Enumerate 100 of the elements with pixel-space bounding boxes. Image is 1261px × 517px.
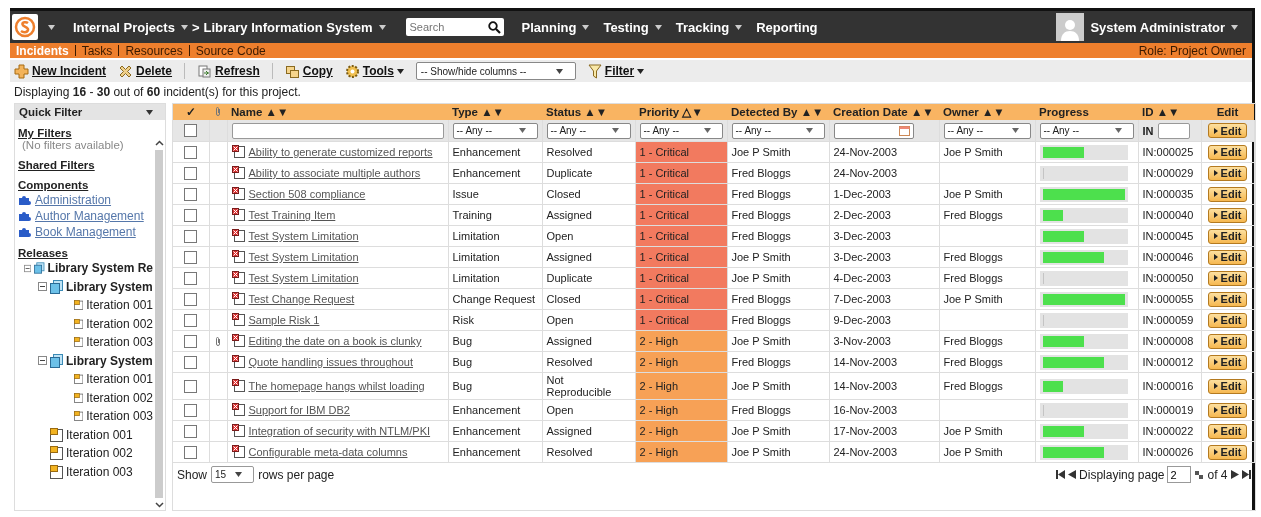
incident-link[interactable]: The homepage hangs whilst loading	[248, 380, 425, 392]
incident-link[interactable]: Integration of security with NTLM/PKI	[248, 425, 431, 437]
filter-dropdown[interactable]: -- Any --	[943, 122, 1031, 139]
id-filter-field[interactable]	[1157, 122, 1190, 139]
row-checkbox[interactable]	[184, 403, 198, 417]
incident-link[interactable]: Test Change Request	[248, 293, 355, 305]
project-menu[interactable]: Internal Projects	[73, 19, 175, 35]
incident-link[interactable]: Support for IBM DB2	[248, 404, 350, 416]
edit-button[interactable]: Edit	[1207, 423, 1248, 439]
tree-item[interactable]: Iteration 001	[86, 372, 153, 387]
filter-edit-button[interactable]: Edit	[1207, 123, 1248, 138]
chevron-down-icon[interactable]	[154, 502, 164, 508]
edit-button[interactable]: Edit	[1207, 444, 1248, 460]
section-heading[interactable]: Components	[18, 179, 153, 191]
row-checkbox[interactable]	[184, 208, 198, 222]
tree-item[interactable]: Iteration 003	[86, 409, 153, 424]
row-checkbox[interactable]	[184, 292, 198, 306]
menu-item[interactable]: Testing	[603, 19, 649, 35]
last-page-icon[interactable]	[1241, 470, 1251, 479]
tree-item[interactable]: Iteration 002	[86, 390, 153, 405]
column-header[interactable]: Creation Date ▲▼	[829, 104, 939, 120]
section-heading[interactable]: Shared Filters	[18, 159, 153, 171]
toolbar-button[interactable]: Refresh	[197, 63, 260, 79]
row-checkbox[interactable]	[184, 229, 198, 243]
toolbar-button[interactable]: Tools	[344, 63, 404, 79]
collapse-icon[interactable]	[38, 356, 47, 366]
edit-button[interactable]: Edit	[1207, 165, 1248, 181]
toolbar-button[interactable]: Copy	[284, 63, 333, 79]
column-header[interactable]: Detected By ▲▼	[727, 104, 829, 120]
toolbar-button[interactable]: Delete	[118, 63, 173, 79]
row-checkbox[interactable]	[184, 271, 198, 285]
tree-item[interactable]: Iteration 003	[86, 335, 153, 350]
section-heading[interactable]: My Filters	[18, 127, 153, 139]
filter-dropdown[interactable]: -- Any --	[546, 122, 631, 139]
row-checkbox[interactable]	[184, 379, 198, 393]
filter-dropdown[interactable]: -- Any --	[452, 122, 538, 139]
edit-button[interactable]: Edit	[1207, 402, 1248, 418]
incident-link[interactable]: Ability to generate customized reports	[248, 146, 433, 158]
tree-item[interactable]: Iteration 003	[66, 464, 133, 479]
toolbar-button[interactable]: New Incident	[14, 63, 106, 79]
next-page-icon[interactable]	[1230, 470, 1239, 479]
row-checkbox[interactable]	[184, 187, 198, 201]
column-header[interactable]: ID ▲▼	[1138, 104, 1201, 120]
tab[interactable]: Source Code	[195, 43, 266, 58]
incident-link[interactable]: Test Training Item	[248, 209, 336, 221]
tree-item[interactable]: Library System Re	[47, 261, 153, 276]
tree-item[interactable]: Iteration 002	[86, 316, 153, 331]
collapse-icon[interactable]	[24, 263, 32, 273]
name-filter-field[interactable]	[231, 122, 444, 139]
column-header[interactable]: Progress	[1035, 104, 1138, 120]
refresh-icon[interactable]	[1194, 469, 1205, 480]
edit-button[interactable]: Edit	[1207, 249, 1248, 265]
column-header[interactable]: Status ▲▼	[542, 104, 635, 120]
first-page-icon[interactable]	[1056, 470, 1066, 479]
column-header[interactable]: Type ▲▼	[448, 104, 542, 120]
filter-dropdown[interactable]: -- Any --	[1039, 122, 1134, 139]
tab[interactable]: Tasks	[81, 43, 113, 58]
incident-link[interactable]: Quote handling issues throughout	[248, 356, 413, 368]
date-filter-field[interactable]	[833, 122, 914, 139]
edit-button[interactable]: Edit	[1207, 312, 1248, 328]
column-header[interactable]: Priority △▼	[635, 104, 727, 120]
page-field[interactable]: 2	[1167, 466, 1192, 483]
edit-button[interactable]: Edit	[1207, 378, 1248, 394]
incident-link[interactable]: Test System Limitation	[248, 230, 359, 242]
checkbox[interactable]	[184, 124, 198, 138]
columns-dropdown[interactable]: -- Show/hide columns --	[415, 62, 576, 80]
edit-button[interactable]: Edit	[1207, 186, 1248, 202]
toolbar-button[interactable]: Filter	[587, 63, 645, 79]
tree-item[interactable]: Iteration 001	[86, 298, 153, 313]
menu-item[interactable]: Planning	[521, 19, 577, 35]
row-checkbox[interactable]	[184, 445, 198, 459]
menu-item[interactable]: Reporting	[756, 19, 818, 35]
menu-item[interactable]: Tracking	[675, 19, 730, 35]
chevron-up-icon[interactable]	[154, 140, 164, 146]
edit-button[interactable]: Edit	[1207, 270, 1248, 286]
product-menu[interactable]: Library Information System	[203, 19, 373, 35]
component-link[interactable]: Administration	[35, 193, 112, 207]
row-checkbox[interactable]	[184, 145, 198, 159]
column-header[interactable]: Name ▲▼	[227, 104, 448, 120]
edit-button[interactable]: Edit	[1207, 333, 1248, 349]
edit-button[interactable]: Edit	[1207, 354, 1248, 370]
search-field[interactable]: Search	[405, 18, 504, 36]
component-link[interactable]: Author Management	[35, 209, 144, 223]
row-checkbox[interactable]	[184, 355, 198, 369]
page-size-dropdown[interactable]: 15	[211, 466, 255, 483]
incident-link[interactable]: Configurable meta-data columns	[248, 446, 408, 458]
edit-button[interactable]: Edit	[1207, 207, 1248, 223]
tab[interactable]: Resources	[125, 43, 183, 58]
incident-link[interactable]: Sample Risk 1	[248, 314, 320, 326]
edit-button[interactable]: Edit	[1207, 228, 1248, 244]
row-checkbox[interactable]	[184, 334, 198, 348]
component-link[interactable]: Book Management	[35, 225, 136, 239]
tree-item[interactable]: Library System	[66, 353, 153, 368]
user-menu[interactable]: System Administrator	[1090, 19, 1225, 35]
column-header[interactable]: Owner ▲▼	[939, 104, 1035, 120]
incident-link[interactable]: Ability to associate multiple authors	[248, 167, 421, 179]
row-checkbox[interactable]	[184, 166, 198, 180]
row-checkbox[interactable]	[184, 250, 198, 264]
incident-link[interactable]: Test System Limitation	[248, 272, 359, 284]
incident-link[interactable]: Section 508 compliance	[248, 188, 366, 200]
